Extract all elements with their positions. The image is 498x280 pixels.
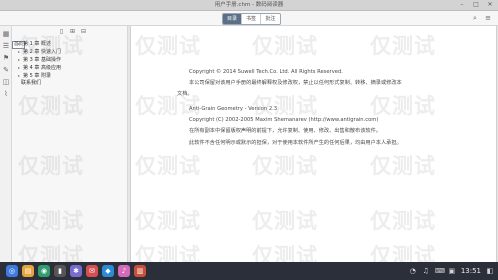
- toc-item-label: 第 3 章 基础操作: [23, 57, 61, 63]
- document-viewport[interactable]: Copyright © 2014 Suwell Tech.Co. Ltd. Al…: [128, 26, 498, 262]
- toc-item-label: 第 4 章 高级应用: [23, 65, 61, 71]
- network-icon[interactable]: ◔: [409, 266, 417, 276]
- layers-icon[interactable]: ◫: [2, 78, 10, 86]
- toc-icon[interactable]: ☰: [2, 42, 10, 50]
- toolbar-right: ⌕ ≡: [471, 14, 492, 22]
- toc-item-chapter-1[interactable]: ▸ 第 1 章 概述: [18, 40, 51, 48]
- window-title: 用户手册.chm - 数码阅读器: [214, 2, 284, 8]
- license-line-2: 此软件不含任何明示或默示的担保，对于使用本软件所产生的任何后果，均由用户本人承担…: [189, 140, 402, 146]
- minimize-button[interactable]: –: [458, 1, 466, 9]
- window-controls: – □ ✕: [458, 1, 494, 9]
- rights-line-cont: 文档。: [177, 91, 193, 97]
- system-tray: ◔ ♫ ⌨ ▣ 13:51 ◧: [409, 266, 494, 276]
- toc-item-label: 第 5 章 附录: [23, 73, 51, 79]
- dock: ◎ ▤ ◉ ▮ ✱ ✉ ◆ ♪ ▥: [6, 265, 146, 277]
- attachment-icon[interactable]: ⌇: [2, 90, 10, 98]
- close-button[interactable]: ✕: [486, 1, 494, 9]
- collapse-icon[interactable]: ⊟: [80, 28, 87, 35]
- page-icon[interactable]: ▯: [58, 28, 65, 35]
- thumbnail-icon[interactable]: ▦: [2, 30, 10, 38]
- toc-item-contact[interactable]: 联系我们: [21, 80, 41, 87]
- toc-item-chapter-3[interactable]: ▸ 第 3 章 基础操作: [18, 56, 61, 64]
- copyright-line: Copyright © 2014 Suwell Tech.Co. Ltd. Al…: [189, 69, 343, 75]
- contents-tools: ▯ ⊞ ⊟: [58, 28, 87, 35]
- clock[interactable]: 13:51: [461, 266, 481, 276]
- store-icon[interactable]: ◆: [102, 265, 114, 277]
- menu-icon[interactable]: ≡: [484, 14, 492, 22]
- left-tool-strip: ▦ ☰ ⚑ ✎ ◫ ⌇: [0, 26, 12, 262]
- bookmark-icon[interactable]: ⚑: [2, 54, 10, 62]
- toc-item-label: 第 1 章 概述: [23, 41, 51, 47]
- tab-annotations[interactable]: 批注: [261, 14, 280, 24]
- taskbar: ◎ ▤ ◉ ▮ ✱ ✉ ◆ ♪ ▥ ◔ ♫ ⌨ ▣ 13:51 ◧: [0, 262, 498, 280]
- toc-item-chapter-2[interactable]: ▸ 第 2 章 快速入门: [18, 48, 61, 56]
- launcher-icon[interactable]: ◎: [6, 265, 18, 277]
- settings-icon[interactable]: ✱: [70, 265, 82, 277]
- note-icon[interactable]: ✎: [2, 66, 10, 74]
- reader-icon[interactable]: ▥: [134, 265, 146, 277]
- mail-icon[interactable]: ✉: [86, 265, 98, 277]
- contents-panel: ▯ ⊞ ⊟ 首页 ▸ 第 1 章 概述 ▸ 第 2 章 快速入门 ▸ 第 3 章 基础…: [12, 26, 128, 262]
- agg-copyright-line: Copyright (C) 2002-2005 Maxim Shemanarev…: [189, 117, 379, 123]
- toc-item-label: 第 2 章 快速入门: [23, 49, 61, 55]
- rights-line: 本公司保留对该用户手册的最终解释权及修改权，禁止以任何形式复制、转移、摘录或修改…: [189, 80, 402, 86]
- toc-item-label: 联系我们: [21, 80, 42, 86]
- sidebar-tab-group: 目录 书签 批注: [222, 13, 281, 25]
- agg-title-line: Anti-Grain Geometry - Version 2.3: [189, 106, 278, 112]
- toolbar: 目录 书签 批注 ⌕ ≡: [0, 11, 498, 26]
- volume-icon[interactable]: ♫: [422, 266, 430, 276]
- tab-contents[interactable]: 目录: [223, 14, 242, 24]
- tab-bookmarks[interactable]: 书签: [242, 14, 261, 24]
- notification-icon[interactable]: ◧: [486, 266, 494, 276]
- title-bar: 用户手册.chm - 数码阅读器 – □ ✕: [0, 0, 498, 11]
- expand-icon[interactable]: ⊞: [69, 28, 76, 35]
- toc-item-chapter-4[interactable]: ▸ 第 4 章 高级应用: [18, 64, 61, 72]
- search-icon[interactable]: ⌕: [471, 14, 479, 22]
- browser-icon[interactable]: ◉: [38, 265, 50, 277]
- toc-item-chapter-5[interactable]: ▸ 第 5 章 附录: [18, 72, 51, 80]
- music-icon[interactable]: ♪: [118, 265, 130, 277]
- keyboard-icon[interactable]: ⌨: [435, 266, 445, 276]
- document-page: Copyright © 2014 Suwell Tech.Co. Ltd. Al…: [130, 26, 497, 262]
- maximize-button[interactable]: □: [472, 1, 480, 9]
- license-line-1: 在所有副本中保留版权声明的前提下，允许复制、使用、修改、出售和散布该软件。: [189, 128, 381, 134]
- calendar-icon[interactable]: ▣: [448, 266, 456, 276]
- terminal-icon[interactable]: ▮: [54, 265, 66, 277]
- file-manager-icon[interactable]: ▤: [22, 265, 34, 277]
